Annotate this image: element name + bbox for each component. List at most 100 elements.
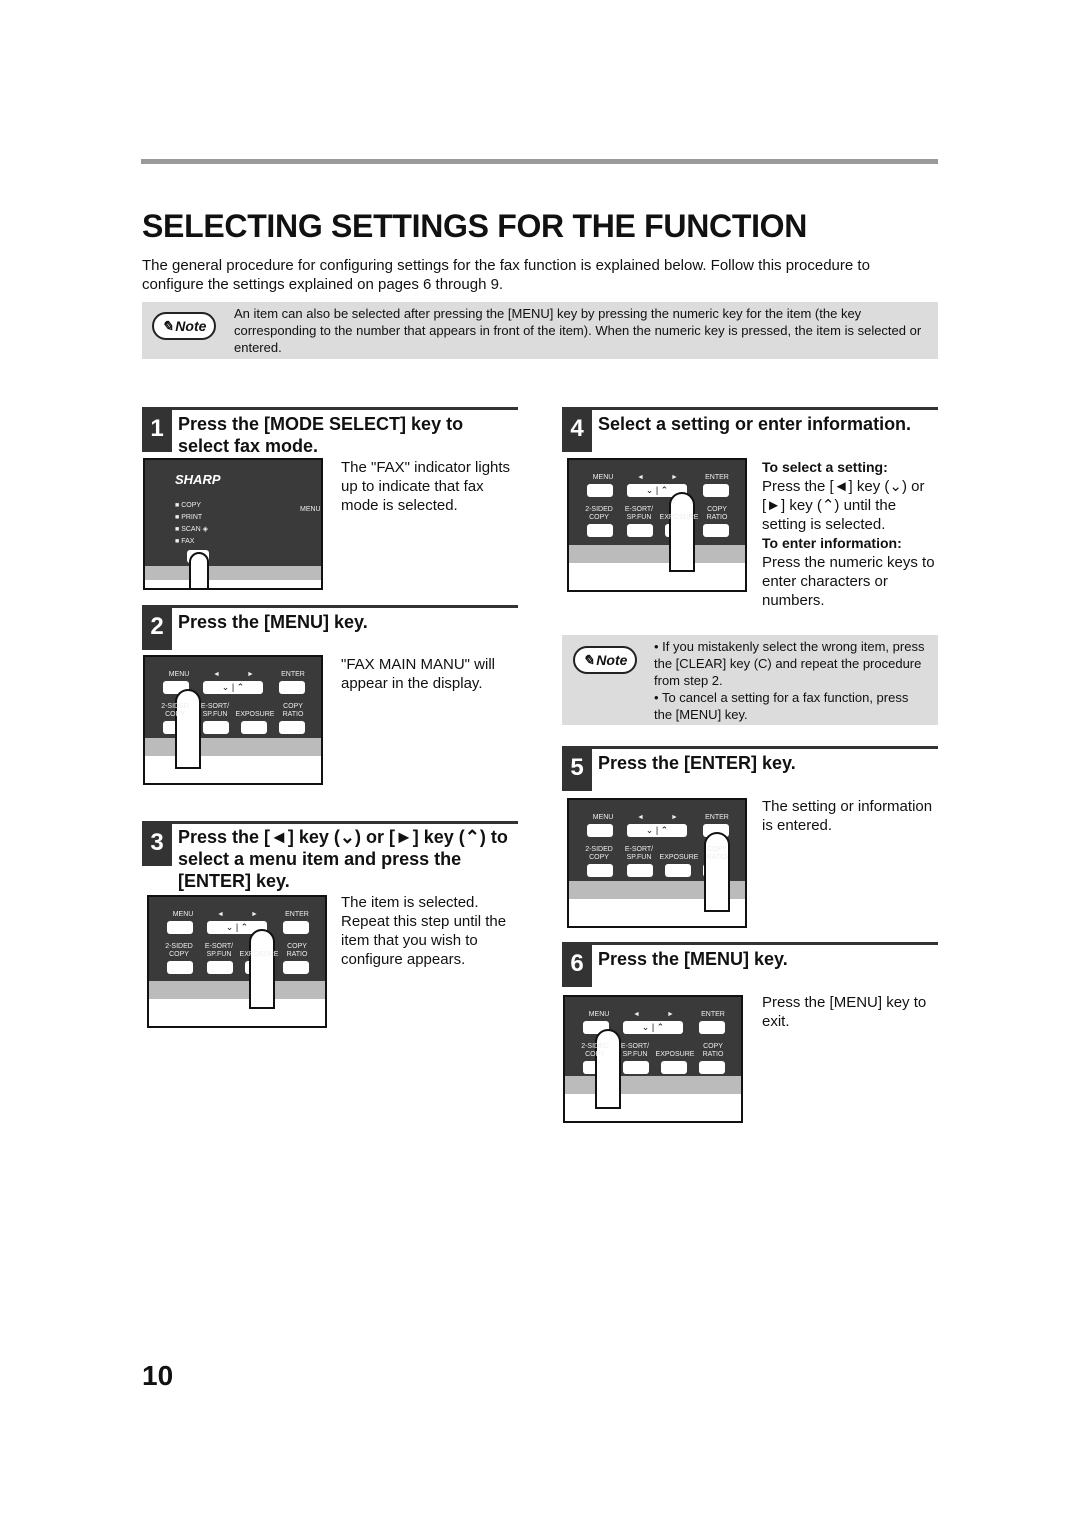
key-label: EXPOSURE — [659, 514, 699, 521]
step-text: "FAX MAIN MANU" will appear in the displ… — [341, 656, 495, 692]
note-icon: ✎ Note — [573, 646, 637, 674]
key-label: MENU — [592, 814, 614, 821]
step-heading: Press the [MENU] key. — [178, 612, 368, 632]
step-rule — [142, 821, 518, 824]
step-heading: Press the [MENU] key. — [598, 949, 788, 969]
key-label: 2-SIDED COPY — [165, 943, 193, 958]
finger-icon — [249, 929, 275, 1009]
step-number: 5 — [562, 749, 592, 791]
menu-key[interactable] — [587, 484, 613, 497]
key-label: COPY RATIO — [706, 846, 728, 861]
key-label: ◄ — [217, 911, 224, 918]
panel-base — [145, 566, 321, 588]
key-label: ENTER — [285, 911, 309, 918]
key-label: MENU — [300, 506, 321, 513]
key-label: ◄ — [637, 474, 644, 481]
key-label: EXPOSURE — [655, 1051, 695, 1058]
step-number: 3 — [142, 824, 172, 866]
page-number: 10 — [142, 1360, 174, 1391]
step-heading: Select a setting or enter information. — [598, 414, 912, 434]
sub-heading: To select a setting: — [762, 459, 888, 475]
note-bullet: • If you mistakenly select the wrong ite… — [654, 639, 925, 688]
key-label: 2-SIDED COPY — [585, 506, 613, 521]
step-number: 2 — [142, 608, 172, 650]
key-label: E-SORT/SP.FUN — [620, 1043, 650, 1058]
step-rule — [142, 605, 518, 608]
copy-ratio-key[interactable] — [699, 1061, 725, 1074]
arrow-keys[interactable]: ⌄ | ⌃ — [203, 681, 263, 694]
step-number: 6 — [562, 945, 592, 987]
menu-key[interactable] — [167, 921, 193, 934]
panel-base — [145, 738, 321, 783]
menu-key[interactable] — [587, 824, 613, 837]
key-label: COPY RATIO — [286, 943, 308, 958]
key-label: COPY RATIO — [706, 506, 728, 521]
step-rule — [562, 746, 938, 749]
enter-key[interactable] — [703, 484, 729, 497]
step-rule — [562, 942, 938, 945]
key-label: E-SORT/SP.FUN — [624, 846, 654, 861]
intro-text: The general procedure for configuring se… — [142, 257, 870, 293]
finger-icon — [669, 492, 695, 572]
two-sided-key[interactable] — [587, 864, 613, 877]
esort-key[interactable] — [203, 721, 229, 734]
esort-key[interactable] — [207, 961, 233, 974]
key-label: EXPOSURE — [235, 711, 275, 718]
step-rule — [142, 407, 518, 410]
esort-key[interactable] — [627, 524, 653, 537]
step-number: 4 — [562, 410, 592, 452]
enter-key[interactable] — [283, 921, 309, 934]
esort-key[interactable] — [627, 864, 653, 877]
key-label: ENTER — [281, 671, 305, 678]
note-box: ✎ Note An item can also be selected after… — [142, 302, 938, 359]
sharp-logo: SHARP — [175, 472, 221, 487]
key-label: MENU — [168, 671, 190, 678]
enter-key[interactable] — [699, 1021, 725, 1034]
panel-base — [149, 981, 325, 1026]
control-panel-illustration: SHARP ■ COPY ■ PRINT ■ SCAN ◈ ■ FAX MENU — [143, 458, 323, 590]
key-label: MENU — [172, 911, 194, 918]
step-rule — [562, 407, 938, 410]
note-box: ✎ Note • If you mistakenly select the wro… — [562, 635, 938, 725]
key-label: E-SORT/SP.FUN — [200, 703, 230, 718]
two-sided-key[interactable] — [167, 961, 193, 974]
key-label: ENTER — [705, 474, 729, 481]
control-panel-illustration: MENU ◄ ► ENTER ⌄ | ⌃ 2-SIDED COPY E-SORT/… — [567, 798, 747, 928]
note-text: An item can also be selected after press… — [234, 306, 922, 355]
panel-base — [565, 1076, 741, 1121]
key-label: ◄ — [637, 814, 644, 821]
note-bullet: • To cancel a setting for a fax function… — [654, 690, 909, 722]
exposure-key[interactable] — [661, 1061, 687, 1074]
two-sided-key[interactable] — [587, 524, 613, 537]
finger-icon — [189, 552, 209, 588]
exposure-key[interactable] — [241, 721, 267, 734]
exposure-key[interactable] — [665, 864, 691, 877]
step-text: The "FAX" indicator lights up to indicat… — [341, 459, 511, 514]
key-label: ◄ — [633, 1011, 640, 1018]
key-label: MENU — [592, 474, 614, 481]
page-title: SELECTING SETTINGS FOR THE FUNCTION — [142, 208, 808, 244]
finger-icon — [175, 689, 201, 769]
step-text: The item is selected. Repeat this step u… — [341, 894, 507, 968]
key-label: EXPOSURE — [659, 854, 699, 861]
step-text: Press the [MENU] key to exit. — [762, 994, 927, 1030]
step-text: Press the [◄] key (⌄) or [►] key (⌃) unt… — [762, 478, 925, 533]
control-panel-illustration: MENU ◄ ► ENTER ⌄ | ⌃ 2-SIDED COPY E-SORT/… — [147, 895, 327, 1028]
key-label: E-SORT/SP.FUN — [624, 506, 654, 521]
key-label: EXPOSURE — [239, 951, 279, 958]
esort-key[interactable] — [623, 1061, 649, 1074]
enter-key[interactable] — [279, 681, 305, 694]
panel-base — [569, 545, 745, 590]
key-label: 2-SIDED COPY — [585, 846, 613, 861]
step-text: Press the numeric keys to enter characte… — [762, 554, 935, 609]
arrow-keys[interactable]: ⌄ | ⌃ — [627, 824, 687, 837]
copy-ratio-key[interactable] — [703, 524, 729, 537]
key-label: ENTER — [705, 814, 729, 821]
arrow-keys[interactable]: ⌄ | ⌃ — [623, 1021, 683, 1034]
step-text: The setting or information is entered. — [762, 798, 933, 834]
step-heading: Press the [ENTER] key. — [598, 753, 796, 773]
control-panel-illustration: MENU ◄ ► ENTER ⌄ | ⌃ 2-SIDED COPY E-SORT/… — [143, 655, 323, 785]
key-label: 2-SIDED COPY — [581, 1043, 609, 1058]
copy-ratio-key[interactable] — [279, 721, 305, 734]
copy-ratio-key[interactable] — [283, 961, 309, 974]
